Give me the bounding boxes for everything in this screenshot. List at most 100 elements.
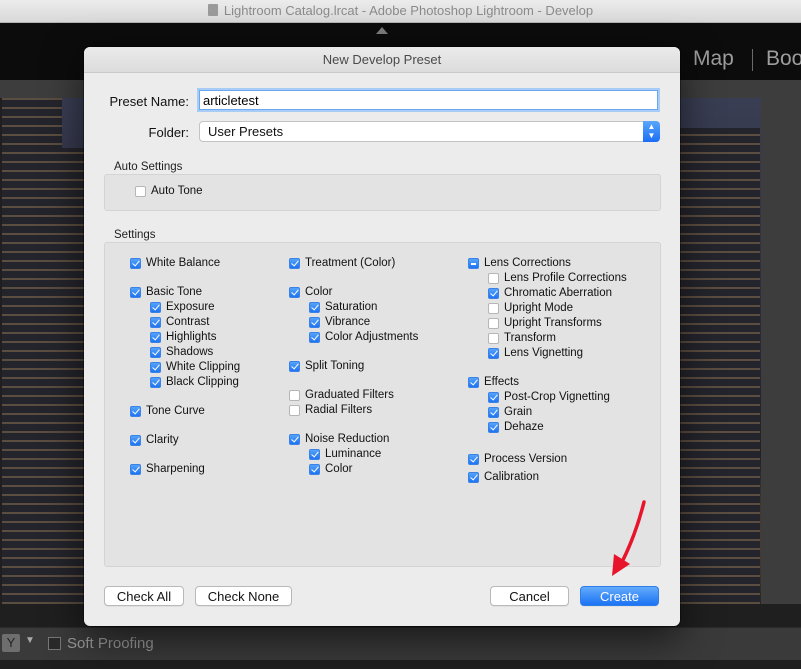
settings-checkbox[interactable]: [309, 302, 320, 313]
settings-checkbox-label: Contrast: [166, 316, 210, 328]
settings-checkbox[interactable]: [488, 422, 499, 433]
settings-checkbox[interactable]: [488, 348, 499, 359]
bottom-toolbar: Y ▼ Soft Proofing: [0, 627, 801, 660]
settings-checkbox-label: Vibrance: [325, 316, 371, 328]
settings-checkbox-label: Color Adjustments: [325, 331, 419, 343]
settings-checkbox[interactable]: [289, 361, 300, 372]
settings-checkbox[interactable]: [130, 287, 141, 298]
soft-proofing-checkbox[interactable]: [48, 637, 61, 650]
collapse-panel-triangle-icon[interactable]: [376, 27, 388, 34]
module-map[interactable]: Map: [693, 47, 734, 71]
settings-checkbox[interactable]: [150, 302, 161, 313]
settings-checkbox[interactable]: [150, 317, 161, 328]
settings-checkbox-label: Exposure: [166, 301, 215, 313]
settings-checkbox-label: Dehaze: [504, 421, 544, 433]
settings-checkbox[interactable]: [488, 288, 499, 299]
settings-checkbox[interactable]: [289, 405, 300, 416]
settings-checkbox[interactable]: [488, 273, 499, 284]
settings-checkbox[interactable]: [309, 464, 320, 475]
module-book[interactable]: Boo: [766, 47, 801, 71]
settings-checkbox[interactable]: [488, 333, 499, 344]
settings-checkbox-label: Split Toning: [305, 360, 365, 372]
filmstrip-edge: [0, 660, 801, 669]
settings-checkbox[interactable]: [150, 362, 161, 373]
settings-checkbox[interactable]: [289, 434, 300, 445]
settings-checkbox-label: Color: [325, 463, 353, 475]
settings-checkbox[interactable]: [468, 472, 479, 483]
settings-checkbox-label: Treatment (Color): [305, 257, 396, 269]
settings-checkbox[interactable]: [488, 318, 499, 329]
preset-name-label: Preset Name:: [109, 94, 189, 109]
cancel-button[interactable]: Cancel: [490, 586, 569, 606]
settings-checkbox-label: Graduated Filters: [305, 389, 394, 401]
settings-checkbox-label: Black Clipping: [166, 376, 239, 388]
settings-checkbox[interactable]: [130, 435, 141, 446]
annotation-arrow-icon: [612, 500, 646, 576]
settings-checkbox[interactable]: [468, 377, 479, 388]
module-separator: [752, 49, 753, 71]
folder-select[interactable]: User Presets ▲ ▼: [199, 121, 660, 142]
building-left: [2, 98, 62, 604]
view-mode-caret-icon[interactable]: ▼: [25, 635, 35, 646]
settings-checkbox[interactable]: [289, 390, 300, 401]
settings-checkbox-label: White Clipping: [166, 361, 241, 373]
check-all-button[interactable]: Check All: [104, 586, 184, 606]
settings-checkbox-label: Sharpening: [146, 463, 205, 475]
auto-settings-box: Auto Tone: [104, 174, 661, 211]
auto-tone-label: Auto Tone: [151, 185, 203, 197]
check-none-button[interactable]: Check None: [195, 586, 292, 606]
settings-checkbox[interactable]: [309, 449, 320, 460]
building-right: [680, 128, 760, 604]
settings-checkbox[interactable]: [289, 258, 300, 269]
settings-checkbox-label: Basic Tone: [146, 286, 203, 298]
settings-checkbox-label: Radial Filters: [305, 404, 373, 416]
settings-checkbox-label: Clarity: [146, 434, 179, 446]
settings-checkbox-label: Luminance: [325, 448, 382, 460]
settings-checkbox-label: Calibration: [484, 471, 539, 483]
settings-checkbox-label: Highlights: [166, 331, 217, 343]
settings-checkbox-label: Lens Corrections: [484, 257, 571, 269]
settings-checkbox-label: Post-Crop Vignetting: [504, 391, 610, 403]
settings-checkbox[interactable]: [309, 332, 320, 343]
settings-checkbox[interactable]: [150, 347, 161, 358]
settings-checkbox-label: Upright Transforms: [504, 317, 602, 329]
settings-label: Settings: [114, 229, 156, 241]
settings-checkbox[interactable]: [488, 407, 499, 418]
dialog-title: New Develop Preset: [84, 47, 680, 73]
folder-label: Folder:: [148, 125, 189, 140]
chevron-updown-icon[interactable]: ▲ ▼: [643, 121, 660, 142]
settings-checkbox-label: Transform: [504, 332, 556, 344]
settings-checkbox-label: Shadows: [166, 346, 214, 358]
window-title-bar: Lightroom Catalog.lrcat - Adobe Photosho…: [0, 0, 801, 23]
auto-settings-label: Auto Settings: [114, 161, 183, 173]
settings-checkbox[interactable]: [488, 303, 499, 314]
document-icon: [207, 4, 218, 16]
settings-checkbox[interactable]: [130, 464, 141, 475]
settings-checkbox[interactable]: [488, 392, 499, 403]
preset-name-input[interactable]: articletest: [199, 90, 658, 110]
building-left-2: [58, 148, 86, 604]
settings-checkbox[interactable]: [130, 406, 141, 417]
create-button[interactable]: Create: [580, 586, 659, 606]
settings-checkbox[interactable]: [150, 332, 161, 343]
settings-checkbox[interactable]: [468, 258, 479, 269]
settings-checkbox[interactable]: [468, 454, 479, 465]
settings-checkbox-label: Lens Profile Corrections: [504, 272, 627, 284]
view-mode-button[interactable]: Y: [2, 634, 20, 652]
folder-select-value: User Presets: [208, 124, 284, 139]
settings-checkbox-label: Process Version: [484, 453, 568, 465]
settings-checkbox-label: Chromatic Aberration: [504, 287, 613, 299]
settings-checkbox[interactable]: [150, 377, 161, 388]
settings-checkbox[interactable]: [289, 287, 300, 298]
settings-checkbox-label: Saturation: [325, 301, 378, 313]
right-panel-edge: [761, 98, 801, 604]
settings-checkbox-label: Noise Reduction: [305, 433, 390, 445]
settings-checkbox-label: Upright Mode: [504, 302, 574, 314]
settings-checkbox[interactable]: [309, 317, 320, 328]
settings-checkbox[interactable]: [130, 258, 141, 269]
auto-tone-checkbox[interactable]: [135, 186, 146, 197]
soft-proofing-label: Soft Proofing: [67, 635, 154, 652]
settings-checkbox-label: Tone Curve: [146, 405, 205, 417]
window-title: Lightroom Catalog.lrcat - Adobe Photosho…: [223, 3, 594, 18]
settings-checkbox-label: Color: [305, 286, 333, 298]
